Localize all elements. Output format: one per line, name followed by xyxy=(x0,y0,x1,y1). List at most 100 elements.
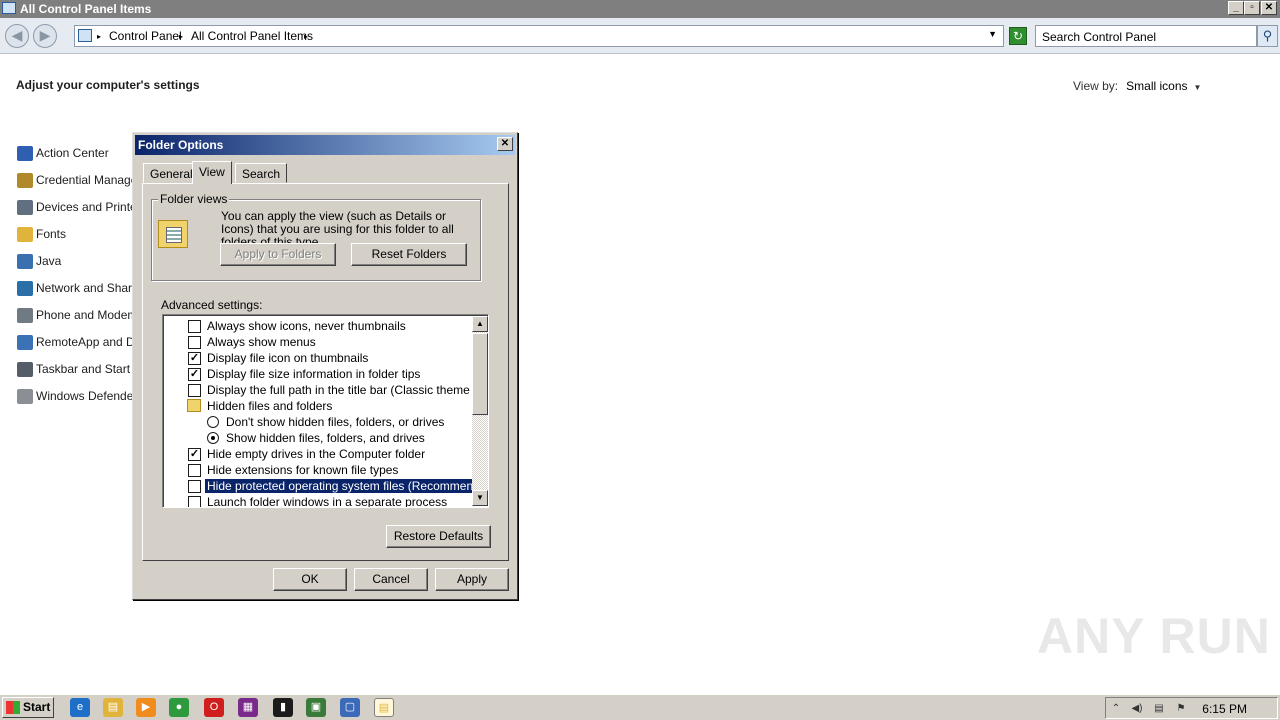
scroll-thumb[interactable] xyxy=(472,333,488,415)
cp-item-label: Java xyxy=(36,254,62,268)
checkbox[interactable] xyxy=(188,496,201,507)
forward-button[interactable]: ▶ xyxy=(33,24,57,48)
action-center-flag-icon[interactable]: ⚑ xyxy=(1174,702,1188,715)
cp-item[interactable]: Phone and Modem xyxy=(17,307,135,325)
minimize-button[interactable]: _ xyxy=(1228,1,1244,15)
reset-folders-button[interactable]: Reset Folders xyxy=(351,243,467,266)
close-button[interactable]: ✕ xyxy=(1261,1,1277,15)
checkbox[interactable] xyxy=(188,384,201,397)
scroll-up-button[interactable]: ▲ xyxy=(472,316,488,332)
cp-item-label: Taskbar and Start M xyxy=(36,362,135,376)
cp-item-label: Network and Sharing xyxy=(36,281,135,295)
checkbox[interactable]: ✓ xyxy=(188,448,201,461)
settings-label: Display file size information in folder … xyxy=(207,367,421,381)
folder-views-title: Folder views xyxy=(158,192,230,206)
cp-item-label: Devices and Printers xyxy=(36,200,135,214)
settings-label: Display the full path in the title bar (… xyxy=(207,383,489,397)
back-button[interactable]: ◀ xyxy=(5,24,29,48)
cp-item-label: Fonts xyxy=(36,227,67,241)
opera-icon[interactable]: O xyxy=(204,698,224,717)
winrar-icon[interactable]: ▦ xyxy=(238,698,258,717)
advanced-settings-list[interactable]: Always show icons, never thumbnails Alway… xyxy=(162,314,489,508)
cp-item[interactable]: Credential Manager xyxy=(17,172,135,190)
settings-label: Show hidden files, folders, and drives xyxy=(226,431,425,445)
settings-label: Hide extensions for known file types xyxy=(207,463,399,477)
refresh-button[interactable]: ↻ xyxy=(1009,27,1027,45)
dialog-close-button[interactable]: ✕ xyxy=(497,137,513,151)
control-panel-icon xyxy=(78,29,92,42)
radio-button[interactable] xyxy=(207,416,219,428)
watermark-logo: ANY RUN xyxy=(1037,608,1271,664)
control-panel-icon[interactable]: ▢ xyxy=(340,698,360,717)
control-panel-icon xyxy=(2,2,16,14)
cp-item-label: Windows Defender xyxy=(36,389,135,403)
apply-to-folders-button[interactable]: Apply to Folders xyxy=(220,243,336,266)
cp-item[interactable]: Network and Sharing xyxy=(17,280,135,298)
settings-label: Hide empty drives in the Computer folder xyxy=(207,447,426,461)
cp-item[interactable]: Fonts xyxy=(17,226,135,244)
ok-button[interactable]: OK xyxy=(273,568,347,591)
tab-search[interactable]: Search xyxy=(235,163,288,183)
internet-explorer-icon[interactable]: e xyxy=(70,698,90,717)
advanced-settings-label: Advanced settings: xyxy=(161,298,263,312)
checkbox[interactable] xyxy=(188,464,201,477)
maximize-button[interactable]: ▫ xyxy=(1244,1,1260,15)
view-by-label: View by: xyxy=(1073,79,1119,93)
windows-logo-icon xyxy=(6,701,20,714)
view-by-value[interactable]: Small icons xyxy=(1126,79,1187,93)
chevron-down-icon[interactable]: ▼ xyxy=(1194,83,1202,92)
printer-icon xyxy=(17,200,33,215)
network-app-icon[interactable]: ▣ xyxy=(306,698,326,717)
show-hidden-icons-icon[interactable]: ⌃ xyxy=(1109,702,1123,715)
view-by-control[interactable]: View by: Small icons ▼ xyxy=(1073,79,1201,93)
cp-item-label: Action Center xyxy=(36,146,109,160)
breadcrumb-arrow-icon[interactable]: ▸ xyxy=(179,32,183,41)
vertical-scrollbar[interactable]: ▲ ▼ xyxy=(472,316,488,506)
dialog-title: Folder Options xyxy=(135,135,515,155)
cancel-button[interactable]: Cancel xyxy=(354,568,428,591)
window-title: All Control Panel Items xyxy=(20,2,152,16)
cp-item[interactable]: Java xyxy=(17,253,135,271)
network-tray-icon[interactable]: ▤ xyxy=(1152,702,1166,715)
cp-item[interactable]: Devices and Printers xyxy=(17,199,135,217)
checkbox[interactable] xyxy=(188,336,201,349)
breadcrumb-control-panel[interactable]: Control Panel xyxy=(109,29,182,43)
radio-button[interactable] xyxy=(207,432,219,444)
folder-options-icon[interactable]: ▤ xyxy=(374,698,394,717)
search-icon[interactable]: ⚲ xyxy=(1257,25,1278,47)
settings-label: Hidden files and folders xyxy=(207,399,333,413)
terminal-icon[interactable]: ▮ xyxy=(273,698,293,717)
cp-item[interactable]: RemoteApp and Des xyxy=(17,334,135,352)
breadcrumb-arrow-icon[interactable]: ▸ xyxy=(304,32,308,41)
start-label: Start xyxy=(23,700,51,714)
volume-icon[interactable]: ◀) xyxy=(1130,702,1144,715)
media-player-icon[interactable]: ▶ xyxy=(136,698,156,717)
checkbox[interactable] xyxy=(188,320,201,333)
checkbox[interactable]: ✓ xyxy=(188,368,201,381)
restore-defaults-button[interactable]: Restore Defaults xyxy=(386,525,491,548)
address-dropdown-icon[interactable]: ▼ xyxy=(988,29,997,39)
start-button[interactable]: Start xyxy=(2,697,54,718)
cp-item[interactable]: Taskbar and Start M xyxy=(17,361,135,379)
chrome-icon[interactable]: ● xyxy=(169,698,189,717)
cp-item[interactable]: Action Center xyxy=(17,145,135,163)
taskbar: Start e ▤ ▶ ● O ▦ ▮ ▣ ▢ ▤ ⌃ ◀) ▤ ⚑ 6:15 PM xyxy=(0,694,1280,720)
settings-label: Launch folder windows in a separate proc… xyxy=(207,495,448,508)
clock[interactable]: 6:15 PM xyxy=(1202,702,1247,716)
search-input[interactable]: Search Control Panel xyxy=(1035,25,1257,47)
breadcrumb-arrow-icon[interactable]: ▸ xyxy=(97,32,101,41)
explorer-icon[interactable]: ▤ xyxy=(103,698,123,717)
page-title: Adjust your computer's settings xyxy=(16,78,200,92)
breadcrumb-all-items[interactable]: All Control Panel Items xyxy=(191,29,313,43)
checkbox[interactable] xyxy=(188,480,201,493)
apply-button[interactable]: Apply xyxy=(435,568,509,591)
settings-label: Always show icons, never thumbnails xyxy=(207,319,406,333)
address-field[interactable]: ▸ Control Panel ▸ All Control Panel Item… xyxy=(74,25,1004,47)
tab-view[interactable]: View xyxy=(192,161,232,184)
checkbox[interactable]: ✓ xyxy=(188,352,201,365)
cp-item-label: Phone and Modem xyxy=(36,308,135,322)
cp-item[interactable]: Windows Defender xyxy=(17,388,135,406)
window-titlebar: All Control Panel Items _ ▫ ✕ xyxy=(0,0,1280,18)
scroll-down-button[interactable]: ▼ xyxy=(472,490,488,506)
network-icon xyxy=(17,281,33,296)
